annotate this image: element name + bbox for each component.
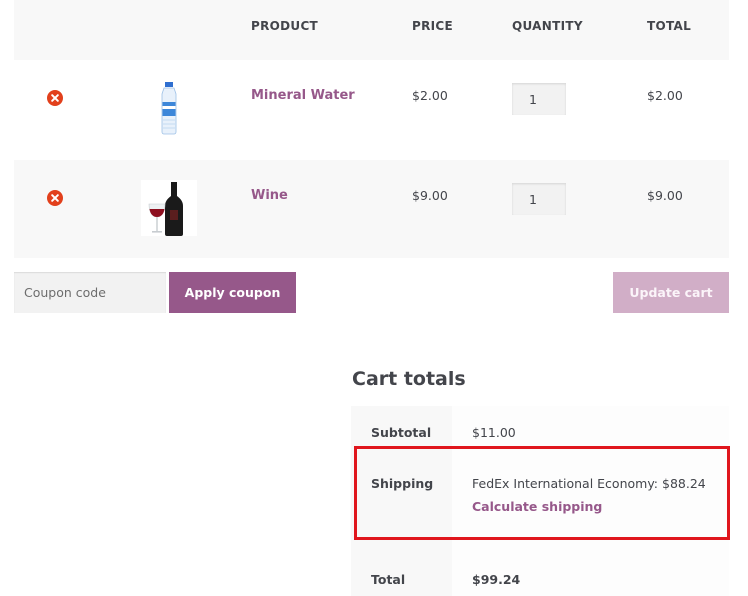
total-value: $99.24 bbox=[472, 572, 521, 587]
product-price: $9.00 bbox=[412, 188, 448, 203]
coupon-code-input[interactable] bbox=[14, 272, 166, 313]
header-price: PRICE bbox=[412, 19, 454, 33]
apply-coupon-button[interactable]: Apply coupon bbox=[169, 272, 296, 313]
product-link[interactable]: Mineral Water bbox=[251, 88, 355, 103]
cart-totals-title: Cart totals bbox=[352, 368, 466, 390]
table-row: Wine $9.00 $9.00 bbox=[14, 160, 729, 258]
header-product: PRODUCT bbox=[251, 19, 319, 33]
line-total: $2.00 bbox=[647, 88, 683, 103]
table-header: PRODUCT PRICE QUANTITY TOTAL bbox=[14, 0, 729, 60]
quantity-input[interactable] bbox=[512, 183, 566, 215]
update-cart-button[interactable]: Update cart bbox=[613, 272, 729, 313]
wine-bottle-icon[interactable] bbox=[141, 180, 197, 236]
table-row: Mineral Water $2.00 $2.00 bbox=[14, 60, 729, 160]
header-quantity: QUANTITY bbox=[512, 19, 583, 33]
remove-item-icon[interactable] bbox=[47, 90, 63, 106]
subtotal-value: $11.00 bbox=[472, 425, 516, 440]
total-label: Total bbox=[371, 572, 406, 587]
shipping-method: FedEx International Economy: $88.24 bbox=[472, 476, 706, 491]
subtotal-label: Subtotal bbox=[371, 425, 432, 440]
calculate-shipping-link[interactable]: Calculate shipping bbox=[472, 499, 602, 514]
water-bottle-icon[interactable] bbox=[141, 80, 197, 136]
product-price: $2.00 bbox=[412, 88, 448, 103]
header-total: TOTAL bbox=[647, 19, 692, 33]
quantity-input[interactable] bbox=[512, 83, 566, 115]
remove-item-icon[interactable] bbox=[47, 190, 63, 206]
product-link[interactable]: Wine bbox=[251, 188, 288, 203]
shipping-label: Shipping bbox=[371, 476, 434, 491]
line-total: $9.00 bbox=[647, 188, 683, 203]
